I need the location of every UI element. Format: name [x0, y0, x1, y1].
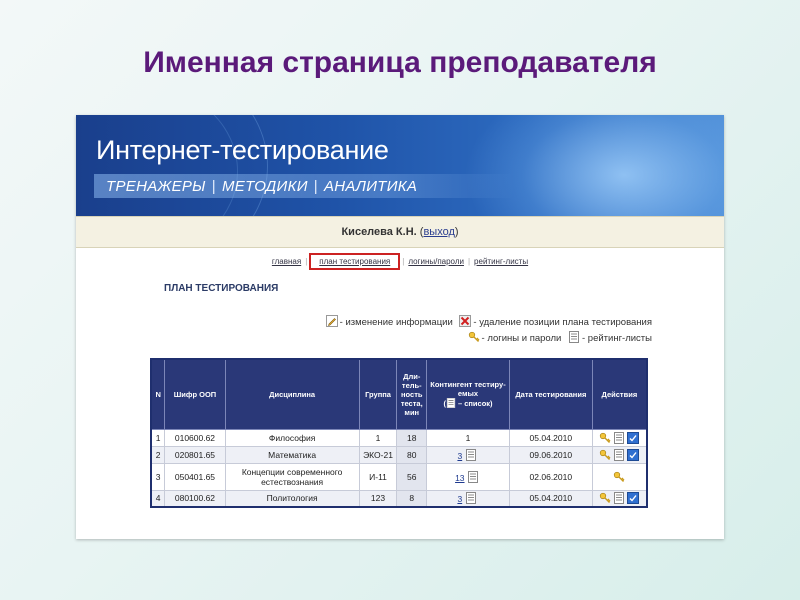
cell-code: 050401.65 — [164, 462, 226, 491]
cell-duration: 8 — [396, 489, 428, 508]
section-title: ПЛАН ТЕСТИРОВАНИЯ — [164, 283, 279, 294]
cell-discipline: Математика — [224, 445, 360, 464]
cell-group: ЭКО-21 — [358, 445, 398, 464]
list-icon[interactable] — [613, 448, 625, 461]
table-row: 1 010600.62 Философия 1 18 1 05.04.2010 — [150, 428, 648, 447]
col-contingent-label: Контингент тестиру-емых — [430, 380, 506, 399]
key-icon[interactable] — [599, 449, 611, 461]
slide-title: Именная страница преподавателя — [143, 46, 657, 79]
page-tabs: главная | план тестирования | логины/пароли |… — [76, 253, 724, 270]
nav-separator: | — [313, 177, 318, 195]
list-icon[interactable] — [465, 448, 477, 461]
rating-icon[interactable] — [627, 431, 640, 444]
cell-contingent: 3 — [426, 489, 510, 508]
cell-num: 1 — [150, 428, 166, 447]
list-icon[interactable] — [467, 470, 479, 483]
col-group: Группа — [358, 358, 398, 430]
key-icon[interactable] — [613, 471, 625, 483]
tab-highlight: план тестирования — [309, 253, 401, 270]
list-icon — [568, 331, 580, 343]
pencil-icon — [325, 315, 338, 327]
user-bar: Киселева К.Н. (выход) — [76, 216, 724, 248]
nav-methods[interactable]: МЕТОДИКИ — [222, 178, 308, 195]
site-nav: ТРЕНАЖЕРЫ | МЕТОДИКИ | АНАЛИТИКА — [94, 174, 514, 198]
cell-date: 05.04.2010 — [508, 489, 593, 508]
user-name: Киселева К.Н. — [341, 226, 417, 238]
list-icon — [446, 398, 456, 409]
contingent-value: 1 — [465, 432, 471, 443]
cell-duration: 18 — [396, 428, 428, 447]
col-num: N — [150, 358, 166, 430]
col-duration: Дли-тель-ность теста, мин — [396, 358, 428, 430]
cell-code: 020801.65 — [164, 445, 226, 464]
nav-trainers[interactable]: ТРЕНАЖЕРЫ — [106, 178, 206, 195]
cell-date: 05.04.2010 — [508, 428, 593, 447]
legend-logins-text: - логины и пароли — [481, 333, 562, 344]
legend-rating-text: - рейтинг-листы — [582, 333, 652, 344]
nav-separator: | — [211, 177, 216, 195]
legend-edit-text: - изменение информации — [339, 317, 453, 328]
cell-duration: 80 — [396, 445, 428, 464]
tab-home[interactable]: главная — [268, 257, 305, 266]
test-plan-table: N Шифр ООП Дисциплина Группа Дли-тель-но… — [150, 358, 648, 508]
table-row: 3 050401.65 Концепции современного естеств… — [150, 462, 648, 491]
cell-num: 3 — [150, 462, 166, 491]
delete-icon — [459, 315, 472, 327]
rating-icon[interactable] — [627, 492, 640, 505]
legend-line-2: - логины и пароли - рейтинг-листы — [276, 331, 652, 347]
nav-analytics[interactable]: АНАЛИТИКА — [324, 178, 417, 195]
contingent-link[interactable]: 3 — [457, 451, 462, 461]
key-icon — [468, 331, 480, 343]
cell-date: 09.06.2010 — [508, 445, 593, 464]
cell-actions — [591, 489, 648, 508]
key-icon[interactable] — [599, 492, 611, 504]
legend-delete-text: - удаление позиции плана тестирования — [473, 317, 652, 328]
key-icon[interactable] — [599, 432, 611, 444]
contingent-link[interactable]: 13 — [455, 473, 464, 483]
cell-actions — [591, 428, 648, 447]
cell-discipline: Концепции современного естествознания — [224, 462, 360, 491]
cell-num: 4 — [150, 489, 166, 508]
list-icon[interactable] — [465, 492, 477, 505]
legend-line-1: - изменение информации - удаление позици… — [276, 315, 652, 331]
table-row: 2 020801.65 Математика ЭКО-21 80 3 09.06.2010 — [150, 445, 648, 464]
col-discipline: Дисциплина — [224, 358, 360, 430]
contingent-link[interactable]: 3 — [457, 494, 462, 504]
cell-date: 02.06.2010 — [508, 462, 593, 491]
table-row: 4 080100.62 Политология 123 8 3 05.04.2010 — [150, 489, 648, 508]
col-contingent-list: – список) — [457, 399, 493, 409]
tab-logins[interactable]: логины/пароли — [404, 257, 468, 266]
screenshot-frame: Интернет-тестирование ТРЕНАЖЕРЫ | МЕТОДИ… — [76, 115, 724, 539]
cell-discipline: Политология — [224, 489, 360, 508]
list-icon[interactable] — [613, 431, 625, 444]
rating-icon[interactable] — [627, 448, 640, 461]
logout-link[interactable]: выход — [423, 226, 454, 238]
cell-code: 010600.62 — [164, 428, 226, 447]
cell-group: И-11 — [358, 462, 398, 491]
tab-test-plan[interactable]: план тестирования — [315, 257, 394, 266]
cell-contingent: 1 — [426, 428, 510, 447]
col-actions: Действия — [591, 358, 648, 430]
list-icon[interactable] — [613, 492, 625, 505]
cell-contingent: 3 — [426, 445, 510, 464]
cell-num: 2 — [150, 445, 166, 464]
cell-code: 080100.62 — [164, 489, 226, 508]
banner-glow — [464, 115, 724, 216]
icon-legend: - изменение информации - удаление позици… — [276, 315, 652, 347]
col-date: Дата тестирования — [508, 358, 593, 430]
cell-discipline: Философия — [224, 428, 360, 447]
tab-ratings[interactable]: рейтинг-листы — [470, 257, 532, 266]
site-banner: Интернет-тестирование ТРЕНАЖЕРЫ | МЕТОДИ… — [76, 115, 724, 216]
site-title: Интернет-тестирование — [96, 135, 389, 165]
cell-actions — [591, 462, 648, 491]
cell-group: 123 — [358, 489, 398, 508]
cell-group: 1 — [358, 428, 398, 447]
cell-duration: 56 — [396, 462, 428, 491]
col-code: Шифр ООП — [164, 358, 226, 430]
cell-actions — [591, 445, 648, 464]
col-contingent: Контингент тестиру-емых (– список) — [426, 358, 510, 430]
cell-contingent: 13 — [426, 462, 510, 491]
